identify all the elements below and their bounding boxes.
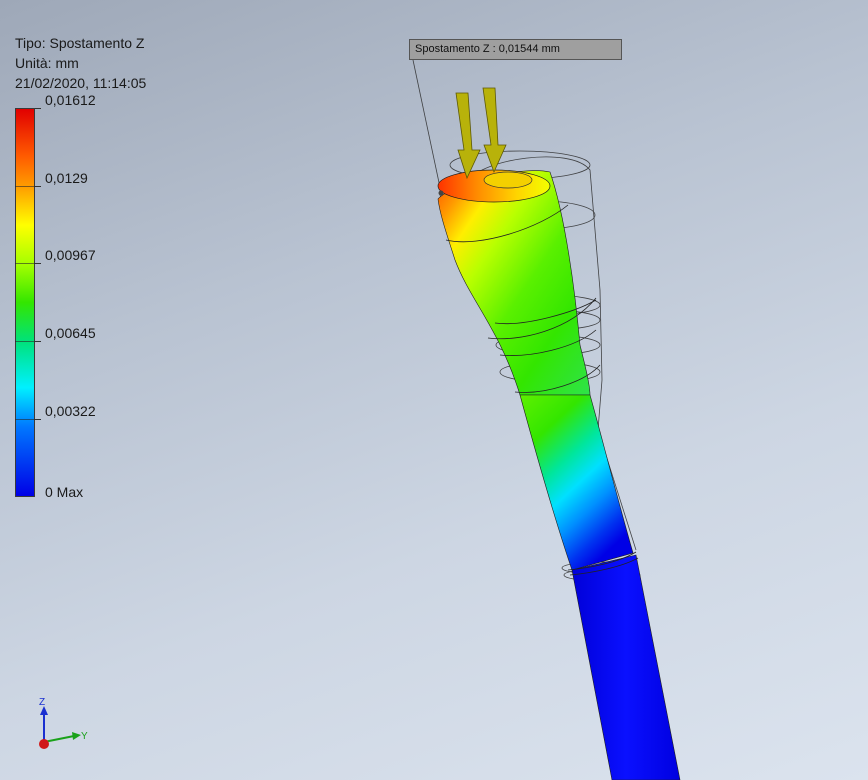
implant-root [571, 554, 681, 780]
z-axis-label: Z [39, 697, 45, 708]
y-axis-arrow-icon [72, 732, 81, 740]
legend-separator [15, 341, 35, 342]
probe-point [438, 190, 444, 196]
legend-header: Tipo: Spostamento Z Unità: mm 21/02/2020… [15, 33, 146, 93]
legend-separator [15, 263, 35, 264]
legend-label: 0,0129 [45, 170, 88, 186]
legend-tick [35, 341, 41, 342]
model-viewport[interactable] [0, 0, 868, 780]
result-timestamp: 21/02/2020, 11:14:05 [15, 75, 147, 91]
legend-tick [35, 108, 41, 109]
abutment-lower-body [519, 394, 634, 571]
color-scale-bar [15, 108, 35, 497]
load-arrows [455, 87, 507, 180]
legend-label-max: 0,01612 [45, 92, 96, 108]
top-hole [483, 171, 533, 189]
probe-label[interactable]: Spostamento Z : 0,01544 mm [409, 39, 622, 60]
legend-tick [35, 186, 41, 187]
y-axis-label: Y [81, 731, 88, 742]
legend-separator [15, 419, 35, 420]
legend-label-min: 0 Max [45, 484, 84, 500]
axis-triad[interactable]: Z Y [30, 695, 100, 765]
x-axis-origin-icon [39, 739, 49, 749]
legend-tick [35, 419, 41, 420]
legend-tick [35, 263, 41, 264]
abutment-upper-body [437, 170, 591, 396]
legend-label: 0,00967 [45, 247, 96, 263]
legend-label: 0,00645 [45, 325, 96, 341]
legend-label: 0,00322 [45, 403, 96, 419]
legend-separator [15, 186, 35, 187]
result-unit: Unità: mm [15, 55, 79, 71]
result-type: Tipo: Spostamento Z [15, 35, 145, 51]
